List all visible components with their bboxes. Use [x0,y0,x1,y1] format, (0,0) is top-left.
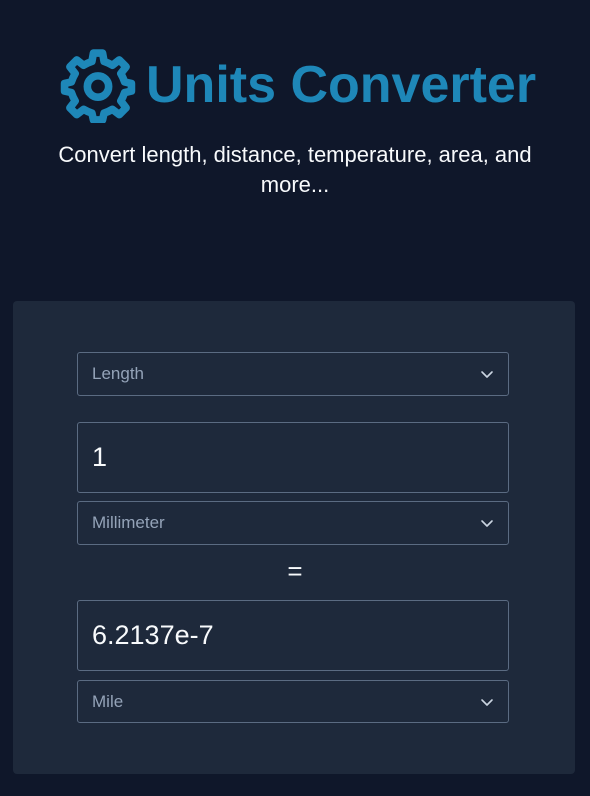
category-select-value: Length [92,364,144,383]
to-value-input[interactable]: 6.2137e-7 [77,600,509,671]
equals-sign: = [287,556,303,586]
to-value-text: 6.2137e-7 [92,620,214,650]
title-row: Units Converter [60,46,536,124]
chevron-down-icon [481,520,493,527]
from-unit-select[interactable]: Millimeter [77,501,509,545]
from-value-text: 1 [92,442,108,472]
from-value-input[interactable]: 1 [77,422,509,493]
app-title: Units Converter [146,56,537,114]
to-unit-select[interactable]: Mile [77,680,509,723]
category-select[interactable]: Length [77,352,509,396]
gear-icon [60,49,136,123]
from-unit-select-value: Millimeter [92,513,165,532]
app-subtitle: Convert length, distance, temperature, a… [58,142,532,197]
chevron-down-icon [481,699,493,706]
chevron-down-icon [481,371,493,378]
header: Units Converter Convert length, distance… [0,0,590,300]
to-unit-select-value: Mile [92,691,124,711]
